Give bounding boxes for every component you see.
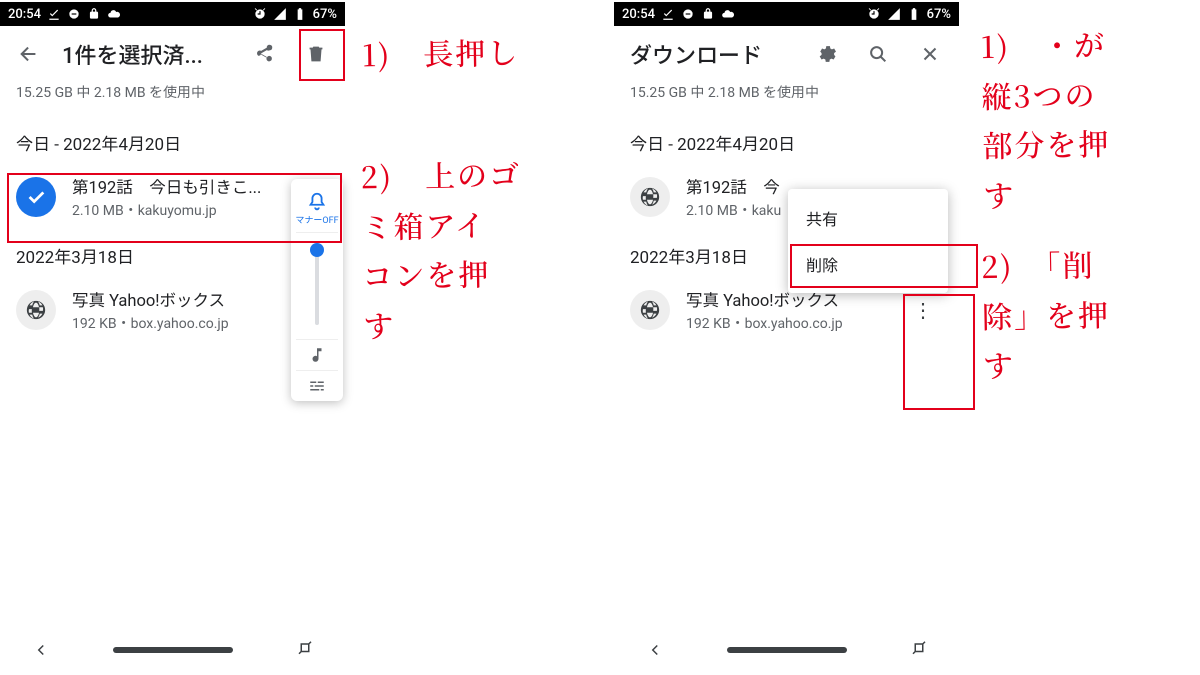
appbar: 1件を選択済... <box>0 26 345 82</box>
more-menu-button[interactable]: ⋮ <box>903 298 943 322</box>
left-screenshot: 20:54 67% 1件を選択済... 15.25 GB 中 2.18 MB を… <box>0 2 345 673</box>
cloud-icon <box>721 7 735 21</box>
nav-rotate-icon[interactable] <box>296 641 314 659</box>
music-note-icon <box>308 346 326 364</box>
right-screenshot: 20:54 67% ダウンロード 15.25 GB 中 2.18 MB を使用中… <box>614 2 959 673</box>
appbar-title: 1件を選択済... <box>62 38 231 70</box>
context-menu-share[interactable]: 共有 <box>788 195 948 241</box>
status-bar: 20:54 67% <box>614 2 959 26</box>
statusbar-time: 20:54 <box>622 7 655 22</box>
check-underline-icon <box>47 7 61 21</box>
cloud-icon <box>107 7 121 21</box>
battery-icon <box>907 7 921 21</box>
appbar: ダウンロード <box>614 26 959 82</box>
circle-dash-icon <box>67 7 81 21</box>
item-subtitle: 192 KB・box.yahoo.co.jp <box>686 313 887 333</box>
lock-icon <box>87 7 101 21</box>
check-underline-icon <box>661 7 675 21</box>
nav-back-icon[interactable] <box>32 641 50 659</box>
nav-home-pill[interactable] <box>113 647 233 653</box>
status-bar: 20:54 67% <box>0 2 345 26</box>
handwriting-right-2: 2) 「削 除」を押 す <box>981 239 1112 390</box>
volume-label: マナーOFF <box>295 213 338 226</box>
globe-icon <box>630 290 670 330</box>
delete-button[interactable] <box>297 34 335 74</box>
signal-icon <box>887 7 901 21</box>
context-menu: 共有 削除 <box>788 189 948 293</box>
circle-dash-icon <box>681 7 695 21</box>
globe-icon <box>630 177 670 217</box>
alarm-icon <box>867 7 881 21</box>
selected-check-icon <box>16 177 56 217</box>
close-button[interactable] <box>911 34 949 74</box>
handwriting-right-1: 1) ・が 縦3つの 部分を押 す <box>980 19 1111 219</box>
tune-icon[interactable] <box>308 377 326 395</box>
volume-slider[interactable] <box>315 247 319 325</box>
alarm-icon <box>253 7 267 21</box>
statusbar-time: 20:54 <box>8 7 41 22</box>
back-button[interactable] <box>10 34 48 74</box>
globe-icon <box>16 290 56 330</box>
search-button[interactable] <box>859 34 897 74</box>
storage-text: 15.25 GB 中 2.18 MB を使用中 <box>614 82 959 116</box>
nav-home-pill[interactable] <box>727 647 847 653</box>
signal-icon <box>273 7 287 21</box>
storage-text: 15.25 GB 中 2.18 MB を使用中 <box>0 82 345 116</box>
nav-back-icon[interactable] <box>646 641 664 659</box>
share-button[interactable] <box>245 34 283 74</box>
settings-button[interactable] <box>807 34 845 74</box>
nav-bar <box>614 627 959 673</box>
appbar-title: ダウンロード <box>630 38 793 70</box>
date-header-1: 今日 - 2022年4月20日 <box>614 116 959 165</box>
battery-icon <box>293 7 307 21</box>
date-header-1: 今日 - 2022年4月20日 <box>0 116 345 165</box>
lock-icon <box>701 7 715 21</box>
volume-panel[interactable]: マナーOFF <box>291 179 343 401</box>
context-menu-delete[interactable]: 削除 <box>788 241 948 287</box>
nav-bar <box>0 627 345 673</box>
handwriting-left-2: 2) 上のゴ ミ箱アイ コンを押 す <box>360 149 524 350</box>
statusbar-battery: 67% <box>313 7 337 22</box>
handwriting-left-1: 1) 長押し <box>362 27 520 79</box>
nav-rotate-icon[interactable] <box>910 641 928 659</box>
statusbar-battery: 67% <box>927 7 951 22</box>
bell-icon <box>306 191 328 213</box>
